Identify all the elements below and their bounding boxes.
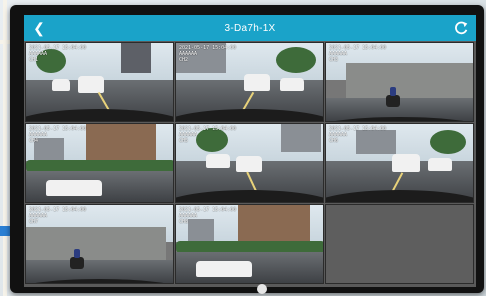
refresh-icon[interactable] xyxy=(452,19,470,37)
app-title: 3-Da7h-1X xyxy=(224,22,276,34)
channel-label: CH3 xyxy=(329,57,339,63)
camera-tile-ch3[interactable]: 2021-05-17 15:04:00 AAAAAA CH3 xyxy=(325,42,474,122)
camera-tile-ch2[interactable]: 2021-05-17 15:04:00 AAAAAA CH2 xyxy=(175,42,324,122)
channel-label: CH1 xyxy=(29,57,39,63)
channel-label: CH6 xyxy=(329,138,339,144)
channel-label: CH7 xyxy=(29,219,39,225)
camera-tile-ch4[interactable]: 2021-05-17 15:04:00 AAAAAA CH4 xyxy=(25,123,174,203)
camera-tile-ch1[interactable]: 2021-05-17 15:04:00 AAAAAA CH1 xyxy=(25,42,174,122)
camera-tile-ch8[interactable]: 2021-05-17 15:04:00 AAAAAA CH8 xyxy=(175,204,324,284)
channel-label: CH4 xyxy=(29,138,39,144)
channel-label: CH8 xyxy=(179,219,189,225)
camera-tile-empty xyxy=(325,204,474,284)
app-screen: ❮ 3-Da7h-1X 2021-05-17 15:04:00 AAAAAA CH1 xyxy=(24,15,476,287)
camera-tile-ch5[interactable]: 2021-05-17 15:04:00 AAAAAA CH5 xyxy=(175,123,324,203)
camera-tile-ch6[interactable]: 2021-05-17 15:04:00 AAAAAA CH6 xyxy=(325,123,474,203)
camera-grid: 2021-05-17 15:04:00 AAAAAA CH1 2021-05-17 … xyxy=(24,41,476,287)
channel-label: CH5 xyxy=(179,138,189,144)
tablet-device: ❮ 3-Da7h-1X 2021-05-17 15:04:00 AAAAAA CH1 xyxy=(10,5,484,294)
chevron-left-icon[interactable]: ❮ xyxy=(30,18,48,38)
channel-label: CH2 xyxy=(179,57,189,63)
home-button[interactable] xyxy=(257,284,267,294)
camera-tile-ch7[interactable]: 2021-05-17 15:04:00 AAAAAA CH7 xyxy=(25,204,174,284)
app-header: ❮ 3-Da7h-1X xyxy=(24,15,476,41)
